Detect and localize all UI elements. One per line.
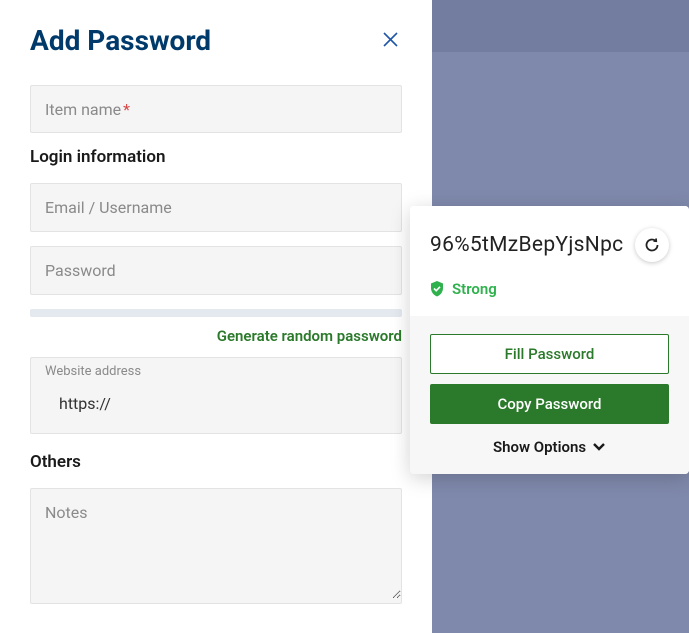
close-icon <box>383 32 398 47</box>
add-password-form: Add Password Item name* Login informatio… <box>0 0 432 633</box>
email-field[interactable] <box>31 184 401 231</box>
show-options-label: Show Options <box>493 438 586 456</box>
password-generator-popup: 96%5tMzBepYjsNpc Strong Fill Password Co… <box>410 206 689 474</box>
website-field-wrap: Website address <box>30 357 402 434</box>
generator-actions: Fill Password Copy Password Show Options <box>410 316 689 474</box>
strength-label: Strong <box>452 280 497 298</box>
password-field-wrap <box>30 246 402 295</box>
website-label: Website address <box>45 364 387 379</box>
password-field[interactable] <box>31 247 401 294</box>
refresh-icon <box>644 237 660 253</box>
generator-top: 96%5tMzBepYjsNpc Strong <box>410 206 689 316</box>
copy-password-button[interactable]: Copy Password <box>430 384 669 424</box>
email-field-wrap <box>30 183 402 232</box>
website-field[interactable] <box>45 380 387 427</box>
generated-password: 96%5tMzBepYjsNpc <box>430 233 623 257</box>
dialog-title: Add Password <box>30 24 211 57</box>
item-name-field[interactable]: Item name* <box>30 85 402 133</box>
strength-indicator: Strong <box>430 280 669 298</box>
regenerate-button[interactable] <box>635 228 669 262</box>
chevron-down-icon <box>592 442 606 452</box>
notes-field[interactable] <box>31 489 401 599</box>
show-options-toggle[interactable]: Show Options <box>430 434 669 460</box>
generated-password-row: 96%5tMzBepYjsNpc <box>430 228 669 262</box>
others-heading: Others <box>30 452 402 472</box>
login-info-heading: Login information <box>30 147 402 167</box>
required-indicator: * <box>123 100 130 119</box>
dialog-header: Add Password <box>30 24 402 57</box>
close-button[interactable] <box>379 28 402 51</box>
modal-backdrop-header <box>432 0 689 52</box>
shield-icon <box>430 281 444 297</box>
generate-password-link[interactable]: Generate random password <box>30 327 402 345</box>
notes-field-wrap <box>30 488 402 604</box>
fill-password-button[interactable]: Fill Password <box>430 334 669 374</box>
item-name-label: Item name* <box>31 100 130 119</box>
password-strength-meter <box>30 309 402 317</box>
